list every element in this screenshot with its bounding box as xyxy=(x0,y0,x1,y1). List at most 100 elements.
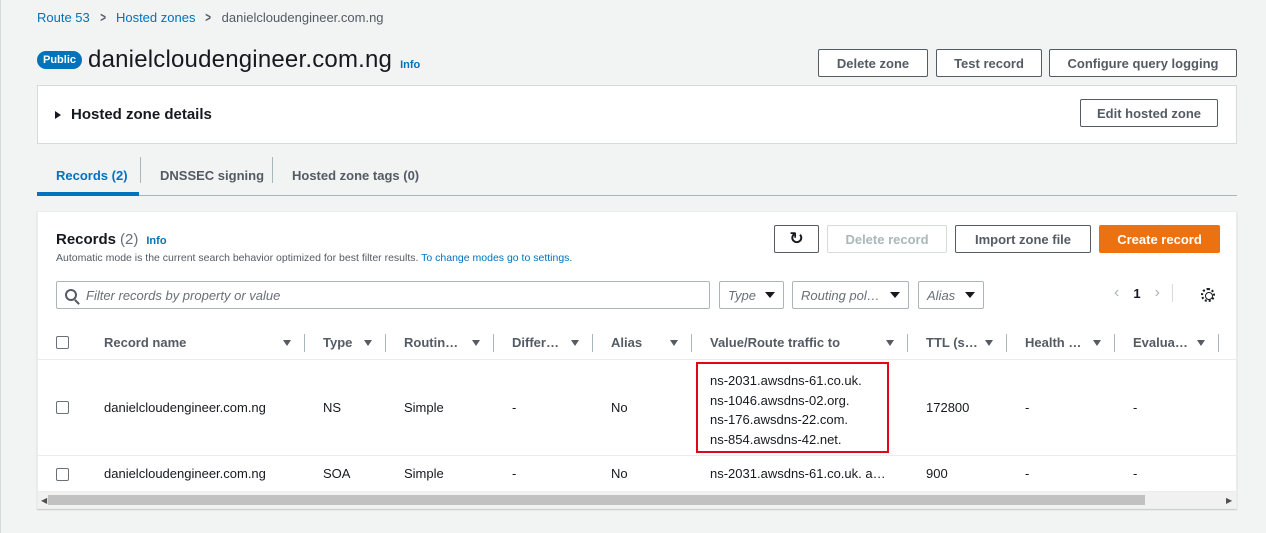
scroll-right-icon[interactable]: ▶ xyxy=(1226,496,1232,505)
records-info-link[interactable]: Info xyxy=(146,235,166,247)
records-description: Automatic mode is the current search beh… xyxy=(56,252,572,264)
caret-down-icon xyxy=(890,292,900,298)
column-divider[interactable] xyxy=(1218,334,1219,352)
sort-icon[interactable] xyxy=(1093,340,1101,346)
select-all-checkbox[interactable] xyxy=(56,336,69,349)
health-check: - xyxy=(1025,466,1030,481)
column-divider[interactable] xyxy=(1114,334,1115,352)
record-value: ns-2031.awsdns-61.co.uk. a… xyxy=(710,466,886,481)
import-zone-file-button[interactable]: Import zone file xyxy=(955,225,1091,253)
sort-icon[interactable] xyxy=(283,340,291,346)
ttl: 172800 xyxy=(926,400,970,415)
info-link[interactable]: Info xyxy=(400,59,420,71)
select-all-cell xyxy=(56,325,69,360)
refresh-icon: ↻ xyxy=(789,229,804,248)
sort-icon[interactable] xyxy=(571,340,579,346)
column-divider[interactable] xyxy=(592,334,593,352)
health-check: - xyxy=(1025,400,1030,415)
tab-dnssec-signing[interactable]: DNSSEC signing xyxy=(160,155,264,195)
sort-icon[interactable] xyxy=(670,340,678,346)
differentiator: - xyxy=(512,400,517,415)
column-evaluate-health[interactable]: Evalua… xyxy=(1133,325,1188,360)
tab-records[interactable]: Records (2) xyxy=(56,155,128,195)
delete-zone-button[interactable]: Delete zone xyxy=(818,49,928,77)
table-header: Record name Type Routin… Differ… Alias V… xyxy=(38,325,1236,360)
sort-icon[interactable] xyxy=(364,340,372,346)
alias: No xyxy=(611,466,628,481)
previous-page-icon[interactable]: ‹ xyxy=(1114,284,1119,302)
hosted-zone-details-toggle[interactable]: Hosted zone details xyxy=(55,106,212,123)
column-health-check[interactable]: Health … xyxy=(1025,325,1081,360)
horizontal-scrollbar[interactable]: ◀ ▶ xyxy=(38,492,1236,508)
next-page-icon[interactable]: › xyxy=(1155,284,1160,302)
delete-record-button[interactable]: Delete record xyxy=(827,225,947,253)
differentiator: - xyxy=(512,466,517,481)
alias: No xyxy=(611,400,628,415)
routing-policy-filter-select[interactable]: Routing pol… xyxy=(792,281,909,309)
routing-filter-label: Routing pol… xyxy=(801,287,880,303)
table-row[interactable]: danielcloudengineer.com.ng NS Simple - N… xyxy=(38,361,1236,456)
record-type: SOA xyxy=(323,466,351,481)
sort-icon[interactable] xyxy=(472,340,480,346)
column-record-name[interactable]: Record name xyxy=(104,325,186,360)
column-divider[interactable] xyxy=(385,334,386,352)
evaluate-health: - xyxy=(1133,466,1138,481)
row-checkbox[interactable] xyxy=(56,468,69,481)
configure-query-logging-button[interactable]: Configure query logging xyxy=(1049,49,1237,77)
column-differentiator[interactable]: Differ… xyxy=(512,325,559,360)
column-divider[interactable] xyxy=(1006,334,1007,352)
records-heading: Records (2) Info xyxy=(56,231,167,248)
pagination: ‹ 1 › xyxy=(1114,284,1173,302)
sort-icon[interactable] xyxy=(985,340,993,346)
tab-hosted-zone-tags[interactable]: Hosted zone tags (0) xyxy=(292,155,419,195)
column-divider[interactable] xyxy=(493,334,494,352)
alias-filter-select[interactable]: Alias xyxy=(918,281,984,309)
records-description-text: Automatic mode is the current search beh… xyxy=(56,252,419,264)
record-name: danielcloudengineer.com.ng xyxy=(104,466,266,481)
settings-gear-icon[interactable] xyxy=(1201,288,1215,302)
sort-icon[interactable] xyxy=(886,340,894,346)
chevron-right-icon: > xyxy=(99,9,106,25)
caret-right-icon xyxy=(55,110,61,119)
column-divider[interactable] xyxy=(691,334,692,352)
row-select-cell xyxy=(56,468,69,481)
current-page[interactable]: 1 xyxy=(1133,286,1140,301)
sort-icon[interactable] xyxy=(1197,340,1205,346)
column-ttl[interactable]: TTL (s… xyxy=(926,325,978,360)
breadcrumb-hosted-zones[interactable]: Hosted zones xyxy=(116,10,196,25)
pager-divider xyxy=(1171,284,1173,302)
filter-records-input[interactable]: Filter records by property or value xyxy=(56,281,710,309)
search-icon xyxy=(65,289,77,301)
edit-hosted-zone-button[interactable]: Edit hosted zone xyxy=(1080,99,1218,127)
scrollbar-thumb[interactable] xyxy=(48,495,1145,505)
refresh-button[interactable]: ↻ xyxy=(774,225,819,253)
column-value[interactable]: Value/Route traffic to xyxy=(710,325,840,360)
column-divider[interactable] xyxy=(304,334,305,352)
column-alias[interactable]: Alias xyxy=(611,325,642,360)
type-filter-select[interactable]: Type xyxy=(719,281,784,309)
scroll-left-icon[interactable]: ◀ xyxy=(41,496,47,505)
ttl: 900 xyxy=(926,466,948,481)
records-title: Records xyxy=(56,231,117,248)
column-divider[interactable] xyxy=(907,334,908,352)
caret-down-icon xyxy=(765,292,775,298)
highlight-annotation xyxy=(696,362,889,453)
breadcrumb-current: danielcloudengineer.com.ng xyxy=(221,9,384,25)
page-header: Public danielcloudengineer.com.ng Info xyxy=(37,46,420,74)
filter-placeholder: Filter records by property or value xyxy=(86,287,281,303)
hosted-zone-details-panel: Hosted zone details Edit hosted zone xyxy=(37,85,1237,144)
records-count: (2) xyxy=(120,231,139,248)
create-record-button[interactable]: Create record xyxy=(1099,225,1220,253)
breadcrumb-route53[interactable]: Route 53 xyxy=(37,10,90,25)
column-routing[interactable]: Routin… xyxy=(404,325,458,360)
page-title: danielcloudengineer.com.ng xyxy=(88,46,393,73)
public-badge: Public xyxy=(37,51,83,69)
evaluate-health: - xyxy=(1133,400,1138,415)
type-filter-label: Type xyxy=(728,287,756,303)
column-type[interactable]: Type xyxy=(323,325,352,360)
table-row[interactable]: danielcloudengineer.com.ng SOA Simple - … xyxy=(38,457,1236,492)
test-record-button[interactable]: Test record xyxy=(936,49,1042,77)
row-checkbox[interactable] xyxy=(56,401,69,414)
settings-link[interactable]: To change modes go to settings. xyxy=(421,252,572,264)
chevron-right-icon: > xyxy=(205,9,212,25)
